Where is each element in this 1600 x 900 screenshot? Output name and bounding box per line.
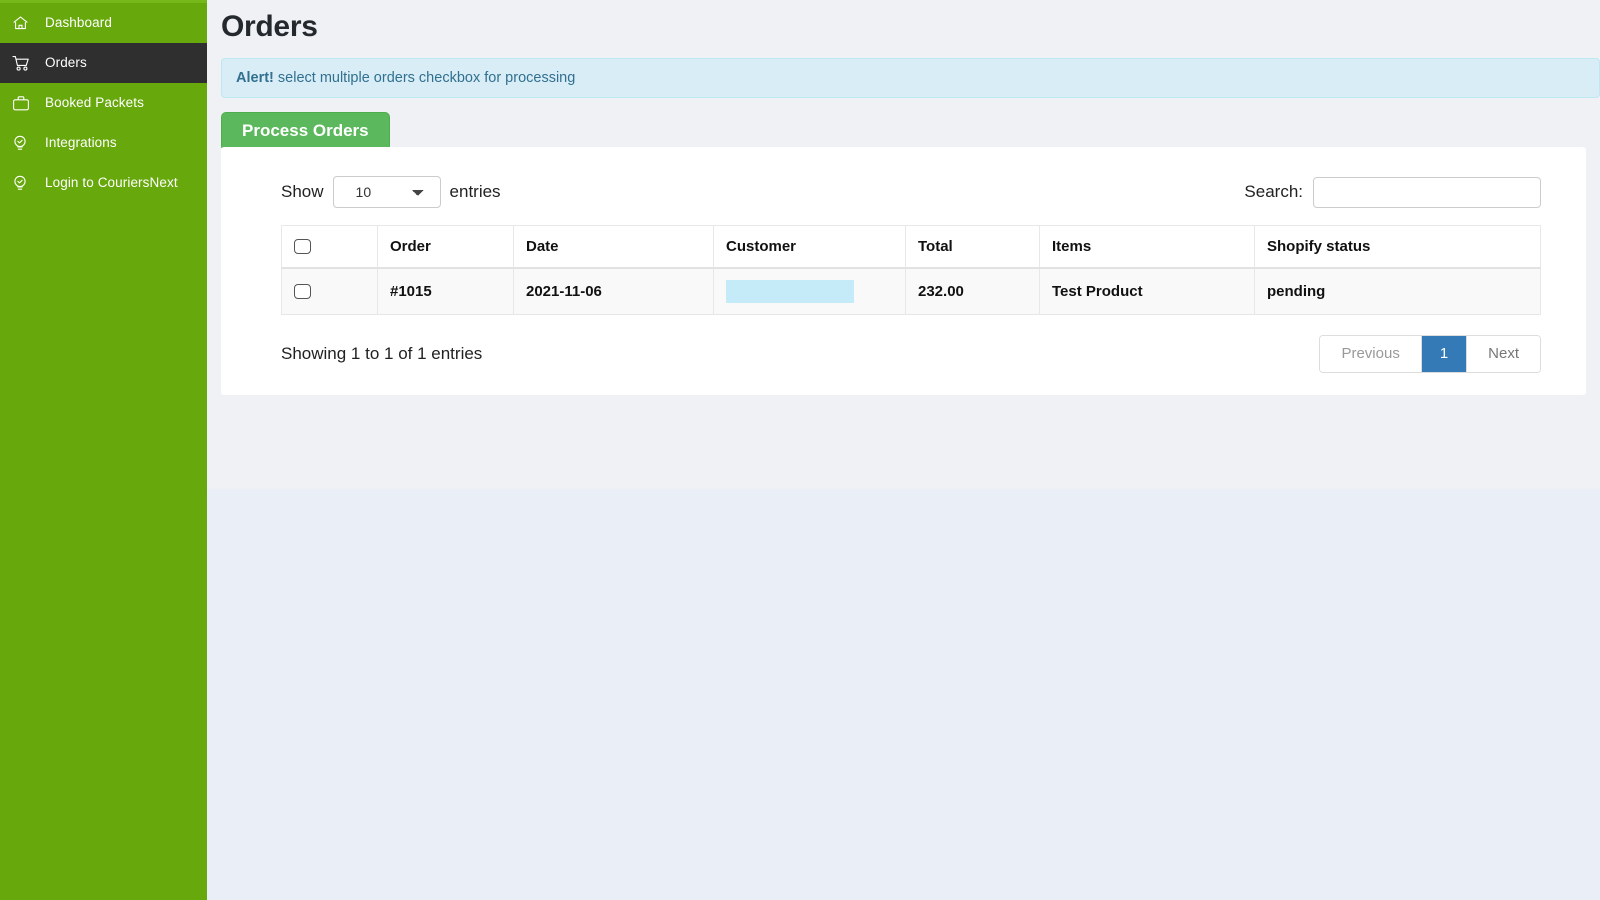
search-input[interactable] [1313, 177, 1541, 208]
bulb-icon [12, 133, 36, 153]
entries-label: entries [450, 182, 501, 202]
cell-total: 232.00 [906, 268, 1040, 315]
orders-table-card: Show 10 25 50 100 entries Search: [221, 147, 1586, 395]
show-label: Show [281, 182, 324, 202]
sidebar-item-dashboard[interactable]: Dashboard [0, 3, 207, 43]
row-select-cell [282, 268, 378, 315]
sidebar-item-booked-packets[interactable]: Booked Packets [0, 83, 207, 123]
briefcase-icon [12, 93, 36, 113]
main-content: Orders Alert! select multiple orders che… [207, 0, 1600, 900]
sidebar-item-label: Booked Packets [45, 96, 144, 110]
datatable-footer: Showing 1 to 1 of 1 entries Previous 1 N… [221, 315, 1586, 373]
table-row: #1015 2021-11-06 232.00 Test Product pen… [282, 268, 1541, 315]
search-control: Search: [1244, 177, 1541, 208]
pagination-previous[interactable]: Previous [1320, 336, 1421, 372]
pagination: Previous 1 Next [1319, 335, 1541, 373]
bulb-icon [12, 173, 36, 193]
pagination-next[interactable]: Next [1467, 336, 1540, 372]
column-header-customer[interactable]: Customer [714, 226, 906, 268]
search-label: Search: [1244, 182, 1303, 202]
cart-icon [12, 53, 36, 73]
alert-strong-label: Alert! [236, 70, 274, 86]
sidebar-item-label: Integrations [45, 136, 117, 150]
orders-table: Order Date Customer Total Items Shopify … [281, 225, 1541, 315]
alert-message: select multiple orders checkbox for proc… [278, 70, 575, 86]
cell-items: Test Product [1040, 268, 1255, 315]
column-header-items[interactable]: Items [1040, 226, 1255, 268]
sidebar-nav: Dashboard Orders Booked Packets [0, 3, 207, 203]
alert-banner: Alert! select multiple orders checkbox f… [221, 58, 1600, 98]
entries-per-page-select[interactable]: 10 25 50 100 [333, 176, 441, 208]
entries-length-control: Show 10 25 50 100 entries [281, 176, 501, 208]
page-title: Orders [207, 0, 1600, 44]
sidebar-item-orders[interactable]: Orders [0, 43, 207, 83]
redacted-customer-name [726, 280, 854, 303]
sidebar-item-integrations[interactable]: Integrations [0, 123, 207, 163]
select-all-checkbox[interactable] [294, 239, 311, 254]
datatable-controls: Show 10 25 50 100 entries Search: [221, 173, 1586, 211]
select-all-header [282, 226, 378, 268]
column-header-date[interactable]: Date [514, 226, 714, 268]
sidebar-item-label: Orders [45, 56, 87, 70]
sidebar: Dashboard Orders Booked Packets [0, 0, 207, 900]
cell-customer [714, 268, 906, 315]
table-header-row: Order Date Customer Total Items Shopify … [282, 226, 1541, 268]
column-header-shopify-status[interactable]: Shopify status [1255, 226, 1541, 268]
home-icon [12, 13, 36, 33]
sidebar-item-label: Login to CouriersNext [45, 176, 178, 190]
pagination-page-1[interactable]: 1 [1422, 336, 1467, 372]
sidebar-item-label: Dashboard [45, 16, 112, 30]
cell-order: #1015 [378, 268, 514, 315]
column-header-order[interactable]: Order [378, 226, 514, 268]
column-header-total[interactable]: Total [906, 226, 1040, 268]
row-select-checkbox[interactable] [294, 284, 311, 299]
cell-date: 2021-11-06 [514, 268, 714, 315]
process-orders-button[interactable]: Process Orders [221, 112, 390, 150]
entries-info: Showing 1 to 1 of 1 entries [281, 344, 482, 364]
sidebar-item-login-couriersnext[interactable]: Login to CouriersNext [0, 163, 207, 203]
orders-table-head: Order Date Customer Total Items Shopify … [282, 226, 1541, 268]
orders-table-body: #1015 2021-11-06 232.00 Test Product pen… [282, 268, 1541, 315]
cell-shopify-status: pending [1255, 268, 1541, 315]
orders-table-wrapper: Order Date Customer Total Items Shopify … [221, 211, 1586, 315]
